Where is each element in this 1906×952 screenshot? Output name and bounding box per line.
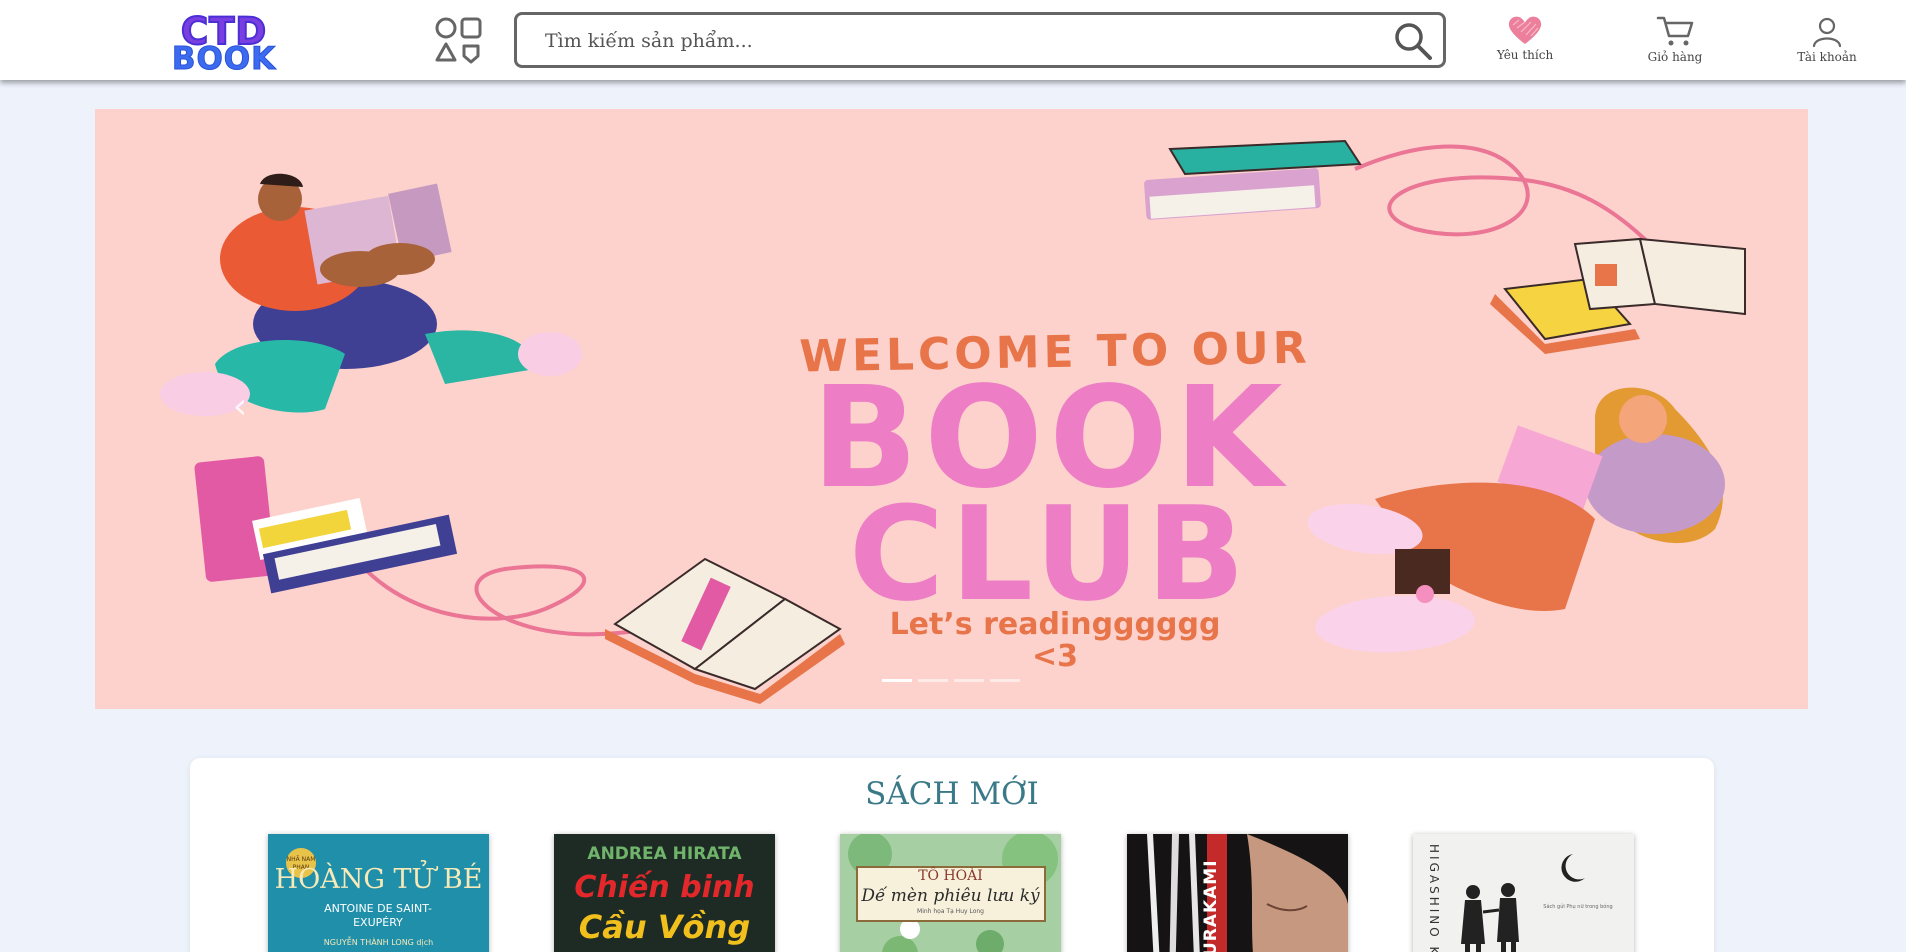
site-logo[interactable]: CTD BOOK <box>158 9 290 78</box>
carousel-indicator-1[interactable] <box>882 679 912 682</box>
carousel-indicator-3[interactable] <box>954 679 984 682</box>
book-card[interactable]: NHÃ NAM PHAN HOÀNG TỬ BÉ ANTOINE DE SAIN… <box>268 834 489 952</box>
cart-icon <box>1656 16 1694 46</box>
book-title-line-2: Cầu Vồng <box>578 908 751 946</box>
cart-label: Giỏ hàng <box>1647 50 1703 64</box>
book-title: HOÀNG TỬ BÉ <box>274 864 483 895</box>
book-card[interactable]: MURAKAMI <box>1127 834 1348 952</box>
favorites-button[interactable]: Yêu thích <box>1470 14 1580 74</box>
banner-tagline: Let’s readingggggg <3 <box>735 609 1375 673</box>
hero-carousel: WELCOME TO OUR BOOK CLUB Let’s readinggg… <box>95 109 1808 709</box>
cart-button[interactable]: Giỏ hàng <box>1620 14 1730 74</box>
book-author: ANTOINE DE SAINT-EXUPÉRY <box>324 902 432 929</box>
search-input[interactable] <box>545 25 1365 57</box>
carousel-indicator-2[interactable] <box>918 679 948 682</box>
favorites-label: Yêu thích <box>1496 48 1554 62</box>
carousel-indicators <box>882 679 1026 683</box>
section-title: SÁCH MỚI <box>865 776 1039 812</box>
book-cover-art <box>1147 834 1348 952</box>
book-translator: NGUYỄN THÀNH LONG dịch <box>323 938 434 947</box>
user-icon <box>1812 17 1842 48</box>
book-illustrator: Minh họa Tạ Huy Long <box>917 908 984 915</box>
banner-tagline-line-1: Let’s readingggggg <box>889 607 1221 642</box>
account-button[interactable]: Tài khoản <box>1772 14 1882 74</box>
book-author: TÔ HOÀI <box>918 868 983 884</box>
book-cover-art <box>1461 854 1585 952</box>
categories-icon[interactable] <box>434 16 484 64</box>
carousel-indicator-4[interactable] <box>990 679 1020 682</box>
heart-icon <box>1508 16 1542 44</box>
logo-text-bottom: BOOK <box>171 41 277 78</box>
book-title: Dế mèn phiêu lưu ký <box>861 886 1040 906</box>
book-author: MURAKAMI <box>1201 859 1221 952</box>
new-books-section: SÁCH MỚI NHÃ NAM PHAN HOÀNG TỬ BÉ ANTOIN… <box>190 758 1714 952</box>
book-card[interactable]: HIGASHINO K Sách gửi Phụ nữ trong bóng <box>1413 834 1634 952</box>
carousel-prev-icon[interactable]: ‹ <box>225 387 255 427</box>
book-card[interactable]: ANDREA HIRATA Chiến binh Cầu Vồng <box>554 834 775 952</box>
banner-title-line-2: CLUB <box>848 478 1252 630</box>
book-author: ANDREA HIRATA <box>587 844 742 864</box>
book-title-line-1: Chiến binh <box>574 870 755 905</box>
search-icon[interactable] <box>1393 21 1433 61</box>
book-card[interactable]: TÔ HOÀI Dế mèn phiêu lưu ký Minh họa Tạ … <box>840 834 1061 952</box>
account-label: Tài khoản <box>1797 50 1857 64</box>
site-header: CTD BOOK Yêu thích G <box>0 0 1906 80</box>
search-bar <box>514 12 1446 68</box>
banner-tagline-line-2: <3 <box>1031 639 1078 674</box>
book-note: Sách gửi Phụ nữ trong bóng <box>1543 904 1613 910</box>
